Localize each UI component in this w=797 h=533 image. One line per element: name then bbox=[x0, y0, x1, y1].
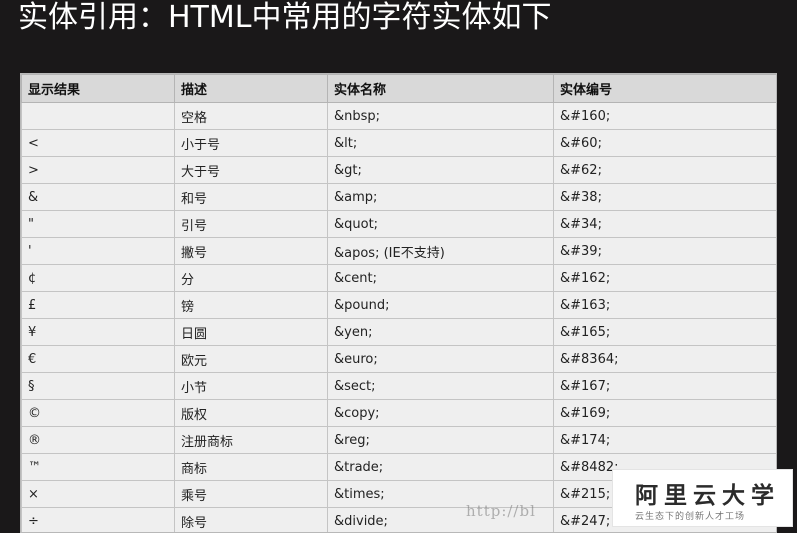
cell-entity-name: &cent; bbox=[327, 264, 554, 292]
cell-entity-name: &trade; bbox=[327, 453, 554, 481]
cell-display-result bbox=[21, 102, 175, 130]
cell-entity-number: &#174; bbox=[553, 426, 776, 454]
table-row: ' 撇号 &apos; (IE不支持) &#39; bbox=[21, 237, 776, 265]
cell-description: 和号 bbox=[174, 183, 328, 211]
cell-display-result: ™ bbox=[21, 453, 175, 481]
cell-description: 小节 bbox=[174, 372, 328, 400]
cell-description: 引号 bbox=[174, 210, 328, 238]
cell-entity-name: &lt; bbox=[327, 129, 554, 157]
cell-entity-name: &sect; bbox=[327, 372, 554, 400]
cell-entity-name: &nbsp; bbox=[327, 102, 554, 130]
cell-entity-number: &#160; bbox=[553, 102, 776, 130]
cell-entity-number: &#39; bbox=[553, 237, 776, 265]
cell-description: 镑 bbox=[174, 291, 328, 319]
cell-display-result: ¢ bbox=[21, 264, 175, 292]
cell-entity-number: &#163; bbox=[553, 291, 776, 319]
table-row: © 版权 &copy; &#169; bbox=[21, 399, 776, 427]
table-row: 空格 &nbsp; &#160; bbox=[21, 102, 776, 130]
cell-display-result: ÷ bbox=[21, 507, 175, 532]
table-row: < 小于号 &lt; &#60; bbox=[21, 129, 776, 157]
cell-entity-name: &euro; bbox=[327, 345, 554, 373]
table-row: & 和号 &amp; &#38; bbox=[21, 183, 776, 211]
cell-description: 欧元 bbox=[174, 345, 328, 373]
table-header-row: 显示结果 描述 实体名称 实体编号 bbox=[21, 74, 776, 103]
table-row: £ 镑 &pound; &#163; bbox=[21, 291, 776, 319]
cell-display-result: € bbox=[21, 345, 175, 373]
cell-display-result: ® bbox=[21, 426, 175, 454]
cell-entity-name: &amp; bbox=[327, 183, 554, 211]
aliyun-university-logo: 阿里云大学 云生态下的创新人才工场 bbox=[612, 469, 793, 527]
cell-display-result: × bbox=[21, 480, 175, 508]
column-header-entity-number: 实体编号 bbox=[553, 74, 776, 103]
entity-table: 显示结果 描述 实体名称 实体编号 空格 &nbsp; &#160; < 小于号… bbox=[21, 74, 776, 532]
cell-description: 商标 bbox=[174, 453, 328, 481]
cell-description: 除号 bbox=[174, 507, 328, 532]
cell-display-result: £ bbox=[21, 291, 175, 319]
column-header-description: 描述 bbox=[174, 74, 328, 103]
watermark-url: http://bl bbox=[466, 502, 536, 520]
table-row: € 欧元 &euro; &#8364; bbox=[21, 345, 776, 373]
table-row: ® 注册商标 &reg; &#174; bbox=[21, 426, 776, 454]
cell-entity-number: &#34; bbox=[553, 210, 776, 238]
table-row: > 大于号 &gt; &#62; bbox=[21, 156, 776, 184]
entity-table-container: 显示结果 描述 实体名称 实体编号 空格 &nbsp; &#160; < 小于号… bbox=[20, 73, 777, 533]
cell-entity-number: &#169; bbox=[553, 399, 776, 427]
cell-entity-number: &#62; bbox=[553, 156, 776, 184]
column-header-entity-name: 实体名称 bbox=[327, 74, 554, 103]
cell-entity-number: &#60; bbox=[553, 129, 776, 157]
cell-entity-name: &pound; bbox=[327, 291, 554, 319]
cell-entity-number: &#8364; bbox=[553, 345, 776, 373]
cell-entity-name: &apos; (IE不支持) bbox=[327, 237, 554, 265]
cell-display-result: ' bbox=[21, 237, 175, 265]
cell-display-result: § bbox=[21, 372, 175, 400]
cell-entity-name: &gt; bbox=[327, 156, 554, 184]
cell-description: 版权 bbox=[174, 399, 328, 427]
table-row: ¢ 分 &cent; &#162; bbox=[21, 264, 776, 292]
cell-display-result: & bbox=[21, 183, 175, 211]
table-row: " 引号 &quot; &#34; bbox=[21, 210, 776, 238]
cell-display-result: " bbox=[21, 210, 175, 238]
cell-entity-name: &reg; bbox=[327, 426, 554, 454]
cell-description: 注册商标 bbox=[174, 426, 328, 454]
cell-description: 撇号 bbox=[174, 237, 328, 265]
cell-display-result: ¥ bbox=[21, 318, 175, 346]
cell-description: 乘号 bbox=[174, 480, 328, 508]
cell-display-result: < bbox=[21, 129, 175, 157]
cell-description: 大于号 bbox=[174, 156, 328, 184]
cell-description: 小于号 bbox=[174, 129, 328, 157]
page-title: 实体引用：HTML中常用的字符实体如下 bbox=[18, 0, 552, 35]
cell-entity-number: &#38; bbox=[553, 183, 776, 211]
cell-description: 分 bbox=[174, 264, 328, 292]
table-row: ¥ 日圆 &yen; &#165; bbox=[21, 318, 776, 346]
cell-display-result: © bbox=[21, 399, 175, 427]
cell-entity-name: &quot; bbox=[327, 210, 554, 238]
table-row: § 小节 &sect; &#167; bbox=[21, 372, 776, 400]
cell-description: 日圆 bbox=[174, 318, 328, 346]
cell-entity-number: &#162; bbox=[553, 264, 776, 292]
cell-entity-name: &copy; bbox=[327, 399, 554, 427]
cell-entity-name: &yen; bbox=[327, 318, 554, 346]
cell-entity-number: &#165; bbox=[553, 318, 776, 346]
column-header-display-result: 显示结果 bbox=[21, 74, 175, 103]
logo-name: 阿里云大学 bbox=[635, 483, 780, 509]
logo-tagline: 云生态下的创新人才工场 bbox=[635, 512, 746, 522]
cell-display-result: > bbox=[21, 156, 175, 184]
cell-entity-number: &#167; bbox=[553, 372, 776, 400]
cell-description: 空格 bbox=[174, 102, 328, 130]
